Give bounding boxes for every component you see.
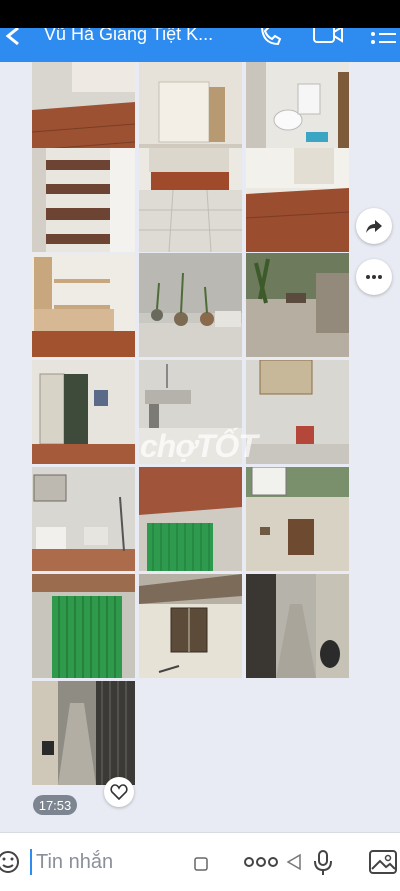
text-cursor	[30, 849, 32, 875]
photo-thumbnail[interactable]	[139, 467, 242, 571]
photo-thumbnail[interactable]	[246, 253, 349, 357]
more-icon[interactable]	[244, 855, 278, 874]
watermark: chợTỐT	[140, 428, 258, 464]
photo-thumbnail[interactable]	[139, 574, 242, 678]
photo-thumbnail[interactable]	[139, 148, 242, 252]
photo-thumbnail[interactable]	[32, 148, 135, 252]
menu-list-icon[interactable]	[370, 28, 398, 53]
photo-thumbnail[interactable]	[32, 253, 135, 357]
square-icon	[194, 857, 208, 876]
photo-thumbnail[interactable]	[246, 360, 349, 464]
message-time: 17:53	[33, 795, 77, 815]
chat-title[interactable]: Vũ Hà Giang Tiệt K...	[44, 28, 213, 45]
status-bar-area	[0, 0, 400, 28]
sticker-icon[interactable]	[0, 849, 22, 880]
nav-back-triangle-icon	[286, 853, 302, 876]
message-composer: Tin nhắn	[0, 832, 400, 891]
photo-thumbnail[interactable]	[32, 360, 135, 464]
voice-icon[interactable]	[312, 849, 334, 882]
photo-thumbnail[interactable]	[139, 253, 242, 357]
photo-thumbnail[interactable]	[246, 467, 349, 571]
image-icon[interactable]	[368, 849, 398, 880]
photo-thumbnail[interactable]	[32, 681, 135, 785]
share-forward-icon[interactable]	[356, 208, 392, 244]
video-call-icon[interactable]	[312, 28, 344, 53]
back-icon[interactable]	[2, 28, 24, 57]
photo-thumbnail[interactable]	[32, 574, 135, 678]
phone-icon[interactable]	[258, 28, 282, 53]
more-options-icon[interactable]	[356, 259, 392, 295]
message-input[interactable]: Tin nhắn	[36, 851, 113, 874]
heart-react-icon[interactable]	[104, 777, 134, 807]
photo-thumbnail[interactable]	[32, 467, 135, 571]
photo-thumbnail[interactable]	[246, 574, 349, 678]
chat-header: Vũ Hà Giang Tiệt K...	[0, 28, 400, 62]
photo-thumbnail[interactable]	[246, 148, 349, 252]
